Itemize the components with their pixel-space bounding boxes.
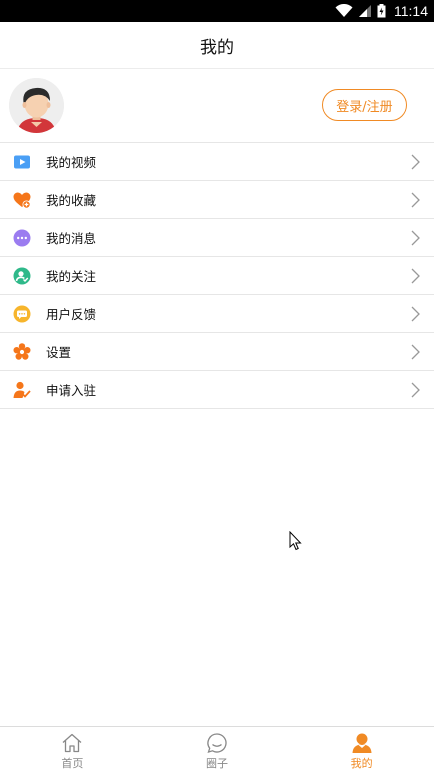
chevron-right-icon (411, 382, 420, 398)
home-icon (62, 733, 82, 753)
message-dots-icon (13, 229, 31, 247)
tab-label: 首页 (61, 757, 84, 770)
video-play-icon (14, 155, 30, 169)
tab-home[interactable]: 首页 (0, 727, 145, 772)
wifi-icon (335, 4, 353, 17)
menu-item-label: 申请入驻 (46, 383, 97, 398)
tab-mine[interactable]: 我的 (289, 727, 434, 772)
user-check-icon (13, 267, 31, 285)
chevron-right-icon (411, 230, 420, 246)
menu-item-label: 我的视频 (46, 155, 97, 170)
profile-header: 登录/注册 (0, 69, 434, 143)
chevron-right-icon (411, 192, 420, 208)
menu-item-my-messages[interactable]: 我的消息 (0, 219, 434, 257)
chat-circle-icon (207, 733, 227, 753)
menu-item-my-favorites[interactable]: 我的收藏 (0, 181, 434, 219)
feedback-bubble-icon (13, 305, 31, 323)
menu-list: 我的视频 我的收藏 我的消息 我的关注 用户反馈 设置 申请入驻 (0, 143, 434, 409)
chevron-right-icon (411, 268, 420, 284)
page-title: 我的 (200, 37, 234, 58)
user-apply-icon (13, 381, 31, 398)
menu-item-label: 我的消息 (46, 231, 97, 246)
menu-item-label: 设置 (46, 345, 72, 360)
menu-item-label: 我的关注 (46, 269, 97, 284)
tab-circle[interactable]: 圈子 (145, 727, 290, 772)
chevron-right-icon (411, 306, 420, 322)
heart-plus-icon (13, 192, 31, 209)
tab-label: 我的 (350, 757, 373, 770)
menu-item-settings[interactable]: 设置 (0, 333, 434, 371)
menu-item-feedback[interactable]: 用户反馈 (0, 295, 434, 333)
status-time: 11:14 (394, 3, 428, 19)
tab-label: 圈子 (206, 757, 228, 770)
battery-icon (377, 4, 386, 18)
avatar[interactable] (9, 78, 64, 133)
avatar-face-icon (9, 78, 64, 133)
person-icon (352, 733, 372, 753)
chevron-right-icon (411, 154, 420, 170)
menu-item-my-videos[interactable]: 我的视频 (0, 143, 434, 181)
menu-item-apply-settle[interactable]: 申请入驻 (0, 371, 434, 409)
menu-item-label: 我的收藏 (46, 193, 97, 208)
title-bar: 我的 (0, 22, 434, 69)
menu-item-label: 用户反馈 (46, 307, 97, 322)
mouse-cursor-icon (289, 531, 302, 551)
status-bar: 11:14 (0, 0, 434, 22)
chevron-right-icon (411, 344, 420, 360)
login-register-button[interactable]: 登录/注册 (322, 89, 407, 121)
menu-item-my-follows[interactable]: 我的关注 (0, 257, 434, 295)
signal-icon (359, 5, 371, 17)
bottom-tab-bar: 首页 圈子 我的 (0, 726, 434, 772)
flower-gear-icon (13, 343, 31, 360)
